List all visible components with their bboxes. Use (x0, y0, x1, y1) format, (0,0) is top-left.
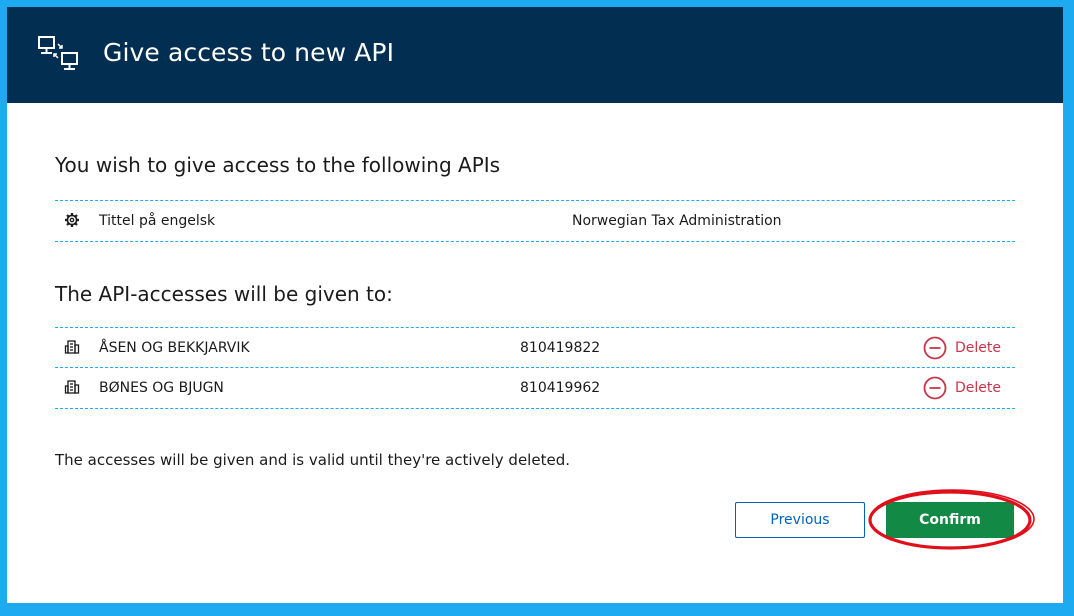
give-access-dialog: Give access to new API You wish to give … (7, 7, 1063, 603)
delete-recipient-button[interactable]: Delete (923, 375, 1001, 401)
delete-label: Delete (955, 380, 1001, 396)
recipient-row: ÅSEN OG BEKKJARVIK 810419822 Delete (55, 327, 1015, 367)
dialog-title: Give access to new API (103, 38, 395, 67)
gear-icon (65, 213, 79, 227)
api-owner: Norwegian Tax Administration (572, 213, 782, 229)
computers-icon (38, 36, 78, 70)
delete-recipient-button[interactable]: Delete (923, 335, 1001, 361)
apis-heading: You wish to give access to the following… (55, 153, 501, 177)
validity-note: The accesses will be given and is valid … (55, 451, 570, 469)
minus-circle-icon (923, 376, 947, 400)
delete-label: Delete (955, 340, 1001, 356)
minus-circle-icon (923, 336, 947, 360)
recipient-org-number: 810419822 (520, 340, 601, 356)
api-row: Tittel på engelsk Norwegian Tax Administ… (55, 200, 1015, 242)
confirm-button[interactable]: Confirm (886, 502, 1014, 538)
previous-button[interactable]: Previous (735, 502, 865, 538)
recipient-name: BØNES OG BJUGN (99, 380, 224, 396)
api-name: Tittel på engelsk (99, 213, 216, 229)
recipient-name: ÅSEN OG BEKKJARVIK (99, 340, 250, 356)
building-icon (64, 340, 80, 354)
dialog-header: Give access to new API (7, 7, 1063, 103)
recipient-row: BØNES OG BJUGN 810419962 Delete (55, 367, 1015, 409)
recipients-heading: The API-accesses will be given to: (55, 282, 393, 306)
building-icon (64, 380, 80, 394)
recipient-org-number: 810419962 (520, 380, 601, 396)
